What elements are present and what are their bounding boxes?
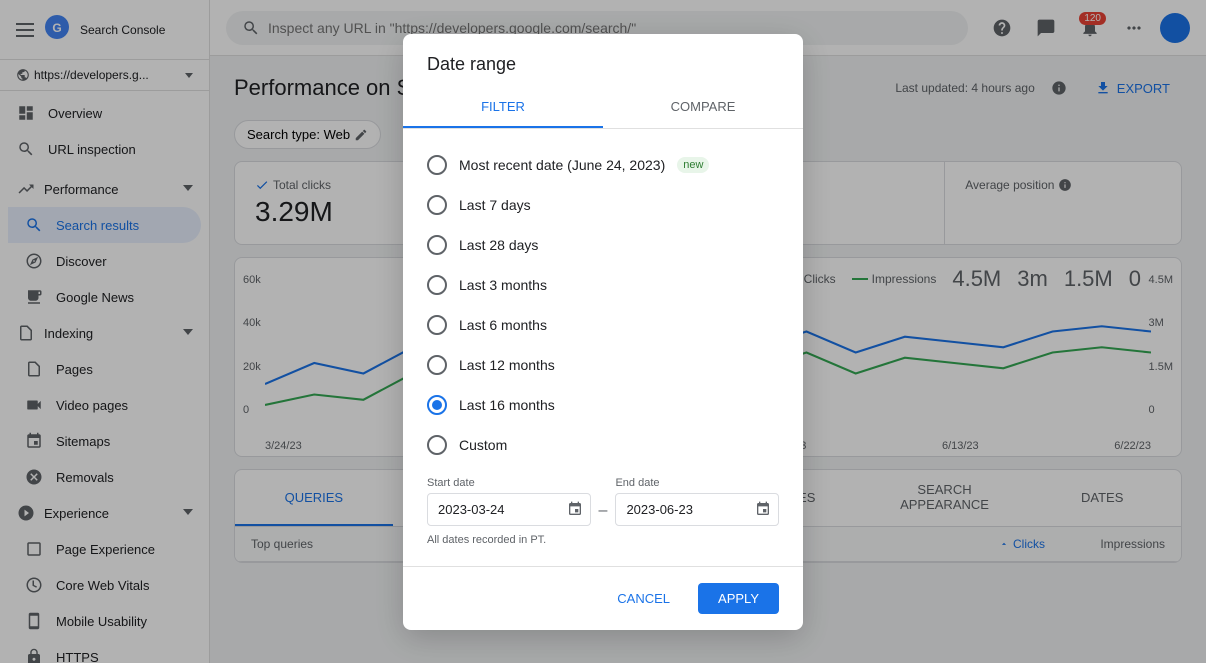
modal-tab-compare[interactable]: COMPARE: [603, 87, 803, 128]
start-date-wrap: Start date: [427, 477, 591, 526]
option-last-16-months[interactable]: Last 16 months: [427, 385, 779, 425]
option-last-6-months[interactable]: Last 6 months: [427, 305, 779, 345]
modal-tabs: FILTER COMPARE: [403, 87, 803, 129]
end-date-label: End date: [615, 477, 779, 489]
radio-most-recent: [427, 155, 447, 175]
radio-last-16-months: [427, 395, 447, 415]
radio-last-28: [427, 235, 447, 255]
date-inputs-row: Start date – End date: [427, 465, 779, 526]
modal-title: Date range: [403, 34, 803, 87]
modal-actions: CANCEL APPLY: [403, 566, 803, 630]
start-date-label: Start date: [427, 477, 591, 489]
new-badge: new: [677, 157, 709, 173]
option-custom[interactable]: Custom: [427, 425, 779, 465]
option-most-recent[interactable]: Most recent date (June 24, 2023) new: [427, 145, 779, 185]
radio-last-7: [427, 195, 447, 215]
option-last-12-months[interactable]: Last 12 months: [427, 345, 779, 385]
radio-last-12-months: [427, 355, 447, 375]
pt-note: All dates recorded in PT.: [427, 526, 779, 550]
end-calendar-icon[interactable]: [755, 501, 771, 517]
radio-last-3-months: [427, 275, 447, 295]
option-last-7-days[interactable]: Last 7 days: [427, 185, 779, 225]
radio-custom: [427, 435, 447, 455]
option-last-3-months[interactable]: Last 3 months: [427, 265, 779, 305]
radio-last-6-months: [427, 315, 447, 335]
modal-body: Most recent date (June 24, 2023) new Las…: [403, 129, 803, 566]
end-date-wrap: End date: [615, 477, 779, 526]
apply-button[interactable]: APPLY: [698, 583, 779, 614]
date-range-modal: Date range FILTER COMPARE Most recent da…: [403, 34, 803, 630]
date-separator: –: [599, 482, 608, 520]
option-last-28-days[interactable]: Last 28 days: [427, 225, 779, 265]
cancel-button[interactable]: CANCEL: [597, 583, 690, 614]
modal-tab-filter[interactable]: FILTER: [403, 87, 603, 128]
start-calendar-icon[interactable]: [567, 501, 583, 517]
modal-overlay[interactable]: Date range FILTER COMPARE Most recent da…: [0, 0, 1206, 663]
